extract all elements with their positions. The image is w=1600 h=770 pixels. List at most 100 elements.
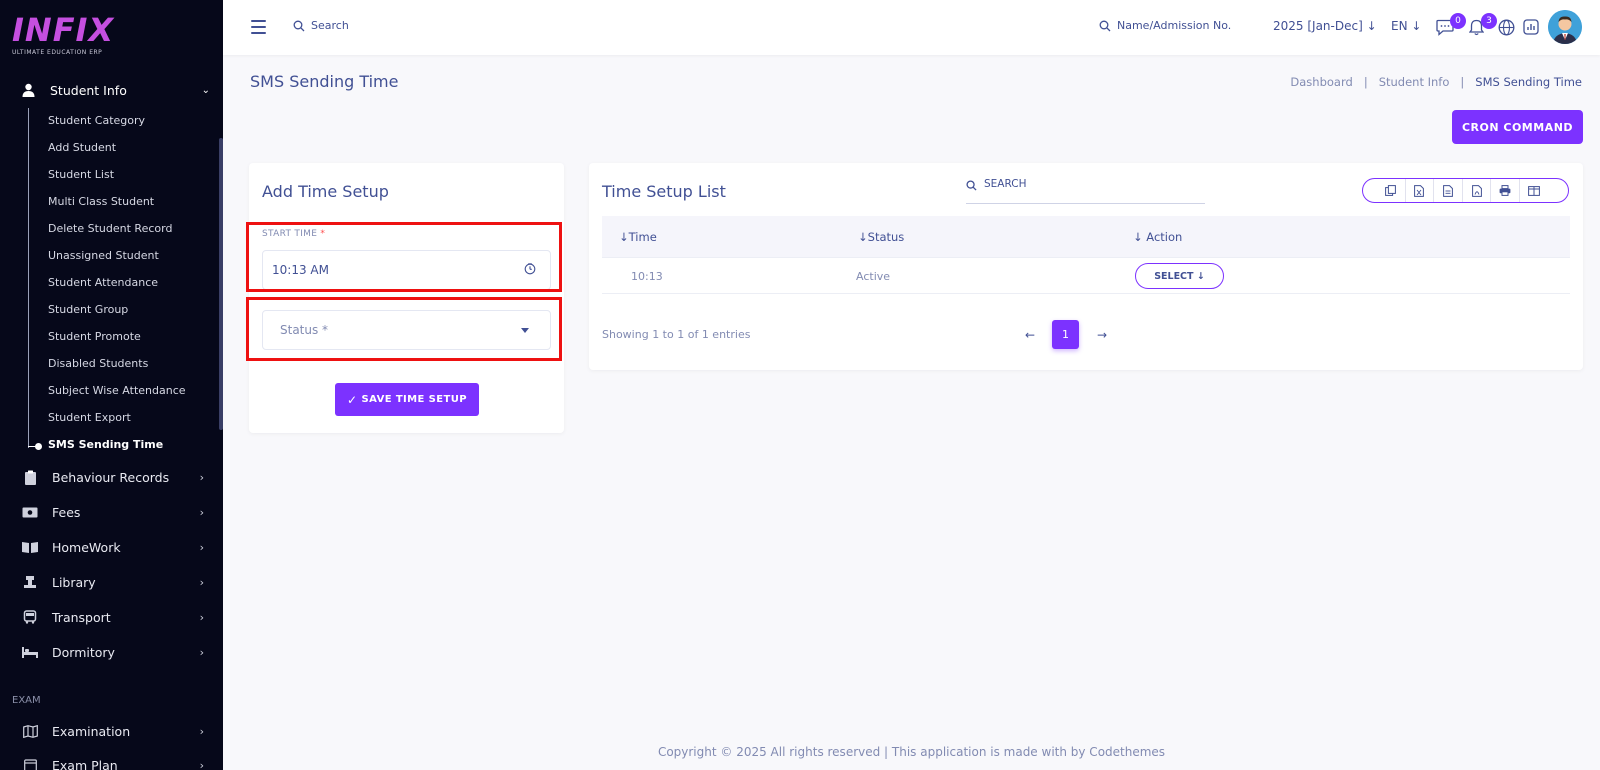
sidebar-item-fees[interactable]: Fees › bbox=[22, 502, 204, 522]
admission-search[interactable]: Name/Admission No. bbox=[1099, 19, 1231, 32]
table-header: ↓Time ↓Status ↓ Action bbox=[602, 216, 1570, 258]
logo-tagline: ULTIMATE EDUCATION ERP bbox=[12, 49, 103, 56]
money-icon bbox=[22, 504, 38, 520]
sidebar-sub-sms-sending-time[interactable]: SMS Sending Time bbox=[48, 438, 163, 451]
notifications-badge: 3 bbox=[1481, 13, 1497, 29]
admission-search-input[interactable]: Name/Admission No. bbox=[1117, 19, 1231, 32]
sidebar: INFIX ULTIMATE EDUCATION ERP Student Inf… bbox=[0, 0, 223, 770]
column-header-action[interactable]: ↓ Action bbox=[1133, 230, 1182, 244]
logo[interactable]: INFIX ULTIMATE EDUCATION ERP bbox=[12, 14, 114, 56]
sidebar-item-label: Dormitory bbox=[52, 644, 115, 660]
excel-icon[interactable] bbox=[1404, 179, 1434, 202]
menu-toggle-icon[interactable] bbox=[251, 20, 266, 34]
clipboard-icon bbox=[22, 469, 38, 485]
entries-info: Showing 1 to 1 of 1 entries bbox=[602, 328, 751, 341]
sidebar-sub-student-list[interactable]: Student List bbox=[48, 168, 114, 181]
sidebar-item-behaviour-records[interactable]: Behaviour Records › bbox=[22, 467, 204, 487]
column-label: Action bbox=[1146, 230, 1183, 244]
top-search[interactable]: Search bbox=[293, 19, 349, 32]
column-label: Status bbox=[867, 230, 905, 244]
sidebar-sub-student-category[interactable]: Student Category bbox=[48, 114, 145, 127]
print-icon[interactable] bbox=[1490, 179, 1519, 202]
session-selector[interactable]: 2025 [Jan-Dec] ↓ bbox=[1273, 19, 1377, 33]
library-icon bbox=[22, 574, 38, 590]
sidebar-sub-disabled-students[interactable]: Disabled Students bbox=[48, 357, 148, 370]
submenu-line bbox=[28, 108, 29, 448]
session-label: 2025 [Jan-Dec] bbox=[1273, 19, 1363, 33]
arrow-right-icon[interactable]: → bbox=[1097, 328, 1107, 342]
arrow-down-icon: ↓ bbox=[1411, 19, 1422, 33]
sidebar-sub-unassigned-student[interactable]: Unassigned Student bbox=[48, 249, 159, 262]
chevron-right-icon: › bbox=[199, 505, 204, 519]
sidebar-sub-subject-wise-attendance[interactable]: Subject Wise Attendance bbox=[48, 384, 186, 397]
map-icon bbox=[22, 723, 38, 739]
chevron-right-icon: › bbox=[199, 470, 204, 484]
sidebar-item-dormitory[interactable]: Dormitory › bbox=[22, 642, 204, 662]
breadcrumb-separator: | bbox=[1460, 75, 1465, 89]
search-icon bbox=[293, 20, 305, 31]
sidebar-item-exam-plan[interactable]: Exam Plan › bbox=[22, 755, 204, 770]
logo-text: INFIX bbox=[12, 11, 115, 49]
cell-status: Active bbox=[856, 270, 891, 283]
sidebar-scrollbar[interactable] bbox=[219, 138, 223, 430]
chevron-right-icon: › bbox=[199, 575, 204, 589]
sidebar-item-label: Transport bbox=[52, 609, 111, 625]
sidebar-sub-delete-student-record[interactable]: Delete Student Record bbox=[48, 222, 172, 235]
table-search[interactable]: SEARCH bbox=[966, 178, 1205, 204]
sidebar-sub-add-student[interactable]: Add Student bbox=[48, 141, 116, 154]
column-header-time[interactable]: ↓Time bbox=[619, 230, 657, 244]
globe-icon[interactable] bbox=[1497, 18, 1515, 36]
breadcrumb-student-info[interactable]: Student Info bbox=[1379, 75, 1450, 89]
highlight-start-time bbox=[246, 222, 562, 292]
time-setup-list-title: Time Setup List bbox=[602, 182, 726, 201]
add-time-setup-title: Add Time Setup bbox=[262, 182, 389, 201]
language-label: EN bbox=[1391, 19, 1408, 33]
column-header-status[interactable]: ↓Status bbox=[858, 230, 904, 244]
sidebar-item-transport[interactable]: Transport › bbox=[22, 607, 204, 627]
book-icon bbox=[22, 539, 38, 555]
sidebar-item-library[interactable]: Library › bbox=[22, 572, 204, 592]
select-label: SELECT bbox=[1154, 270, 1194, 282]
chevron-right-icon: › bbox=[199, 758, 204, 770]
topbar: Search Name/Admission No. 2025 [Jan-Dec]… bbox=[223, 0, 1600, 55]
columns-icon[interactable] bbox=[1518, 179, 1548, 202]
sort-arrow-icon: ↓ bbox=[619, 230, 629, 244]
csv-icon[interactable] bbox=[1433, 179, 1462, 202]
sidebar-sub-student-group[interactable]: Student Group bbox=[48, 303, 128, 316]
arrow-down-icon: ↓ bbox=[1366, 19, 1377, 33]
sidebar-item-label: Library bbox=[52, 574, 96, 590]
bus-icon bbox=[22, 609, 38, 625]
table-row: 10:13 Active SELECT ↓ bbox=[602, 258, 1570, 294]
export-button-group bbox=[1362, 178, 1569, 203]
sidebar-sub-student-promote[interactable]: Student Promote bbox=[48, 330, 141, 343]
sidebar-sub-multi-class-student[interactable]: Multi Class Student bbox=[48, 195, 154, 208]
page-button-1[interactable]: 1 bbox=[1052, 320, 1079, 349]
arrow-left-icon[interactable]: ← bbox=[1025, 328, 1035, 342]
sidebar-item-examination[interactable]: Examination › bbox=[22, 721, 204, 741]
chart-icon[interactable] bbox=[1522, 18, 1540, 36]
sidebar-item-label: Student Info bbox=[50, 82, 127, 98]
language-selector[interactable]: EN ↓ bbox=[1391, 19, 1421, 33]
sidebar-item-homework[interactable]: HomeWork › bbox=[22, 537, 204, 557]
highlight-status bbox=[246, 297, 562, 361]
copy-icon[interactable] bbox=[1376, 179, 1405, 202]
pdf-icon[interactable] bbox=[1461, 179, 1491, 202]
search-input[interactable]: Search bbox=[311, 19, 349, 32]
sidebar-sub-student-export[interactable]: Student Export bbox=[48, 411, 131, 424]
sidebar-item-label: Behaviour Records bbox=[52, 469, 170, 485]
arrow-down-icon: ↓ bbox=[1196, 270, 1205, 282]
breadcrumb: Dashboard | Student Info | SMS Sending T… bbox=[1290, 75, 1582, 89]
sidebar-item-label: Examination bbox=[52, 723, 131, 739]
chevron-right-icon: › bbox=[199, 645, 204, 659]
search-icon bbox=[1099, 20, 1111, 31]
chevron-right-icon: › bbox=[199, 610, 204, 624]
select-action-button[interactable]: SELECT ↓ bbox=[1135, 263, 1224, 289]
cron-command-button[interactable]: CRON COMMAND bbox=[1452, 110, 1583, 144]
breadcrumb-dashboard[interactable]: Dashboard bbox=[1290, 75, 1352, 89]
bed-icon bbox=[22, 644, 38, 660]
table-search-input[interactable]: SEARCH bbox=[984, 178, 1026, 190]
sidebar-sub-student-attendance[interactable]: Student Attendance bbox=[48, 276, 158, 289]
sidebar-item-student-info[interactable]: Student Info ⌄ bbox=[20, 79, 210, 101]
save-time-setup-button[interactable]: ✓ SAVE TIME SETUP bbox=[335, 383, 479, 416]
avatar[interactable] bbox=[1548, 10, 1582, 44]
